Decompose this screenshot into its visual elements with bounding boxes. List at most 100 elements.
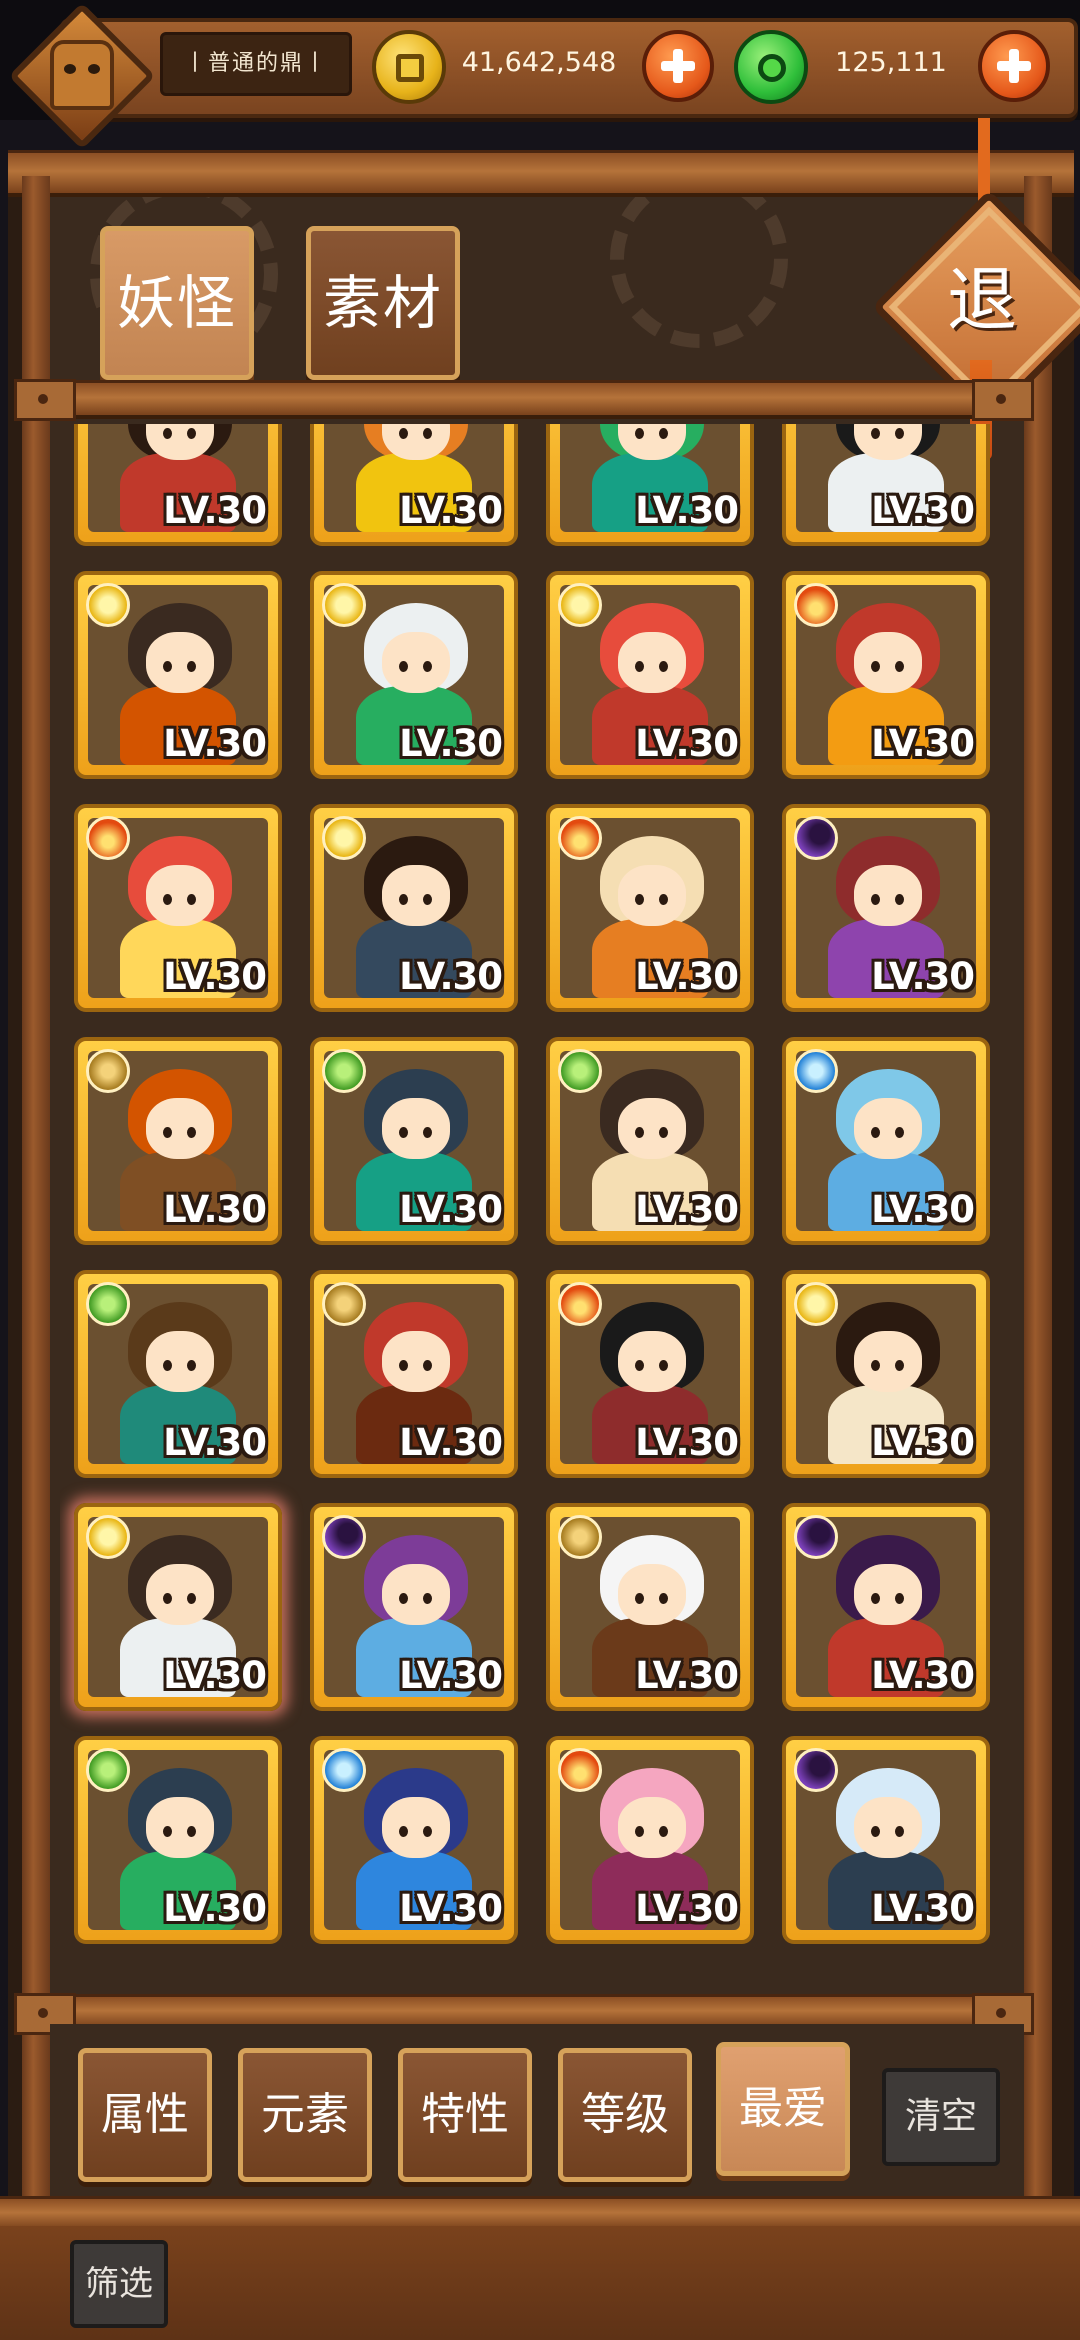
monster-face [617, 1796, 686, 1858]
monster-face [617, 1563, 686, 1625]
monster-level: LV.30 [871, 1887, 975, 1930]
monster-card[interactable]: LV.30 [782, 1503, 990, 1711]
monster-card[interactable]: LV.30 [74, 1270, 282, 1478]
monster-face [853, 1796, 922, 1858]
monster-card[interactable]: LV.30 [782, 424, 990, 546]
fire-element-icon [558, 816, 602, 860]
monster-face [145, 1097, 214, 1159]
monster-level: LV.30 [871, 955, 975, 998]
clear-filters-button[interactable]: 清空 [882, 2068, 1000, 2166]
monster-level: LV.30 [635, 1421, 739, 1464]
monster-level: LV.30 [163, 1887, 267, 1930]
beam-bracket [972, 379, 1034, 421]
light-element-icon [322, 583, 366, 627]
monster-card[interactable]: LV.30 [546, 424, 754, 546]
monster-card[interactable]: LV.30 [546, 1037, 754, 1245]
top-beam [8, 150, 1074, 197]
monster-card[interactable]: LV.30 [782, 1736, 990, 1944]
monster-card[interactable]: LV.30 [74, 1736, 282, 1944]
wood-element-icon [558, 1049, 602, 1093]
filter-trait-button[interactable]: 特性 [398, 2048, 532, 2182]
gem-amount: 125,111 [835, 47, 947, 78]
earth-element-icon [558, 1515, 602, 1559]
monster-card[interactable]: LV.30 [546, 1736, 754, 1944]
monster-card[interactable]: LV.30 [546, 1270, 754, 1478]
monster-card[interactable]: LV.30 [74, 424, 282, 546]
monster-face [145, 864, 214, 926]
monster-card[interactable]: LV.30 [782, 804, 990, 1012]
monster-card[interactable]: LV.30 [782, 571, 990, 779]
light-element-icon [322, 816, 366, 860]
water-element-icon [322, 1748, 366, 1792]
monster-level: LV.30 [399, 489, 503, 532]
monster-card[interactable]: LV.30 [546, 1503, 754, 1711]
monster-face [617, 1330, 686, 1392]
monster-level: LV.30 [871, 722, 975, 765]
fire-element-icon [558, 1282, 602, 1326]
monster-card[interactable]: LV.30 [310, 804, 518, 1012]
filter-attribute-button[interactable]: 属性 [78, 2048, 212, 2182]
monster-level: LV.30 [635, 955, 739, 998]
monster-card[interactable]: LV.30 [310, 571, 518, 779]
avatar-face-icon [50, 40, 114, 110]
light-element-icon [558, 583, 602, 627]
add-gold-button[interactable] [642, 30, 714, 102]
gold-amount: 41,642,548 [461, 47, 617, 78]
add-gem-button[interactable] [978, 30, 1050, 102]
water-element-icon [794, 1049, 838, 1093]
monster-level: LV.30 [163, 955, 267, 998]
monster-card[interactable]: LV.30 [74, 804, 282, 1012]
monster-grid[interactable]: LV.30 LV.30 LV.30 LV.30 LV.30 LV.30 LV.30 LV.30… [60, 424, 1020, 1990]
monster-face [853, 1563, 922, 1625]
filter-favorite-button[interactable]: 最爱 [716, 2042, 850, 2176]
monster-card[interactable]: LV.30 [546, 804, 754, 1012]
earth-element-icon [322, 1282, 366, 1326]
monster-face [617, 1097, 686, 1159]
monster-level: LV.30 [163, 1188, 267, 1231]
monster-card[interactable]: LV.30 [310, 1736, 518, 1944]
filter-toggle-button[interactable]: 筛选 [70, 2240, 168, 2328]
monster-face [145, 1563, 214, 1625]
monster-level: LV.30 [871, 489, 975, 532]
monster-level: LV.30 [163, 722, 267, 765]
wood-element-icon [86, 1748, 130, 1792]
tab-monsters[interactable]: 妖怪 [100, 226, 254, 380]
monster-card[interactable]: LV.30 [546, 571, 754, 779]
monster-level: LV.30 [635, 1887, 739, 1930]
monster-level: LV.30 [635, 722, 739, 765]
monster-face [381, 1330, 450, 1392]
monster-face [145, 631, 214, 693]
monster-face [381, 1563, 450, 1625]
monster-card[interactable]: LV.30 [782, 1037, 990, 1245]
monster-card[interactable]: LV.30 [310, 1037, 518, 1245]
monster-face [381, 1097, 450, 1159]
fire-element-icon [558, 1748, 602, 1792]
jade-gem-icon [734, 30, 808, 104]
fire-element-icon [794, 583, 838, 627]
monster-card[interactable]: LV.30 [782, 1270, 990, 1478]
monster-face [853, 864, 922, 926]
monster-face [853, 1330, 922, 1392]
monster-face [381, 1796, 450, 1858]
monster-card[interactable]: LV.30 [310, 1503, 518, 1711]
monster-face [145, 1330, 214, 1392]
monster-card[interactable]: LV.30 [74, 571, 282, 779]
filter-element-button[interactable]: 元素 [238, 2048, 372, 2182]
monster-card[interactable]: LV.30 [310, 424, 518, 546]
light-element-icon [86, 1515, 130, 1559]
monster-level: LV.30 [871, 1188, 975, 1231]
fire-element-icon [86, 816, 130, 860]
monster-card[interactable]: LV.30 [74, 1503, 282, 1711]
exit-label[interactable]: 退 [906, 224, 1058, 376]
tab-materials[interactable]: 素材 [306, 226, 460, 380]
monster-level: LV.30 [399, 1654, 503, 1697]
filter-level-button[interactable]: 等级 [558, 2048, 692, 2182]
monster-card[interactable]: LV.30 [310, 1270, 518, 1478]
dark-element-icon [794, 1748, 838, 1792]
monster-card[interactable]: LV.30 [74, 1037, 282, 1245]
earth-element-icon [86, 1049, 130, 1093]
dark-element-icon [322, 1515, 366, 1559]
monster-face [617, 631, 686, 693]
dark-element-icon [794, 1515, 838, 1559]
player-avatar[interactable] [8, 2, 156, 150]
